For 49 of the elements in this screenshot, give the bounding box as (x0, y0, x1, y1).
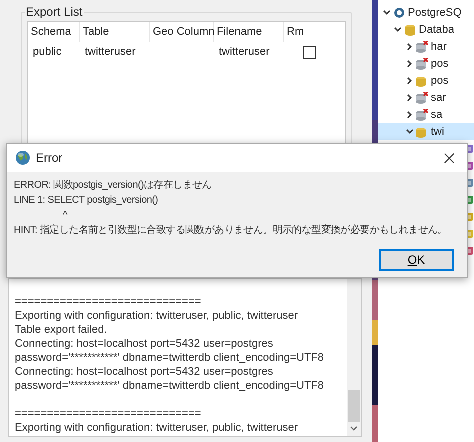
database-icon (404, 24, 417, 36)
selected-row[interactable]: twi (378, 123, 474, 140)
chevron-icon[interactable] (406, 76, 414, 84)
ok-button[interactable]: OK (379, 249, 454, 271)
chevron-icon[interactable] (406, 94, 414, 102)
tree-item[interactable]: Databa (419, 24, 454, 36)
column-header[interactable]: Table (80, 22, 150, 42)
log-area[interactable] (8, 278, 362, 437)
dialog-title: Error (36, 151, 64, 165)
tree-item[interactable]: pos (431, 74, 449, 86)
checkbox[interactable] (303, 46, 316, 58)
chevron-icon[interactable] (383, 8, 391, 16)
log-line: Exporting with configuration: twitteruser, public, twitteruser (15, 421, 298, 435)
chevron-icon[interactable] (406, 110, 414, 118)
table-cell-text: public (32, 46, 63, 58)
log-line: Connecting: host=localhost port=5432 user=postgres (15, 365, 274, 379)
chevron-icon[interactable] (406, 42, 414, 50)
error-message: ^ (62, 209, 68, 223)
tree-item[interactable]: sar (431, 92, 446, 104)
table-cell-text: twitteruser (84, 46, 137, 58)
error-message: HINT: 指定した名前と引数型に合致する関数がありません。明示的な型変換が必要かもしれません。 (14, 224, 448, 238)
chevron-icon[interactable] (406, 128, 414, 136)
log-line: password='***********' dbname=twitterdb client_encoding=UTF8 (15, 351, 324, 365)
tree-item[interactable]: twi (431, 126, 444, 138)
group-title: Export List (25, 5, 84, 19)
log-line: Exporting with configuration: twitteruser, public, twitteruser (15, 309, 298, 323)
tree-item[interactable]: PostgreSQ (408, 6, 462, 18)
close-icon[interactable] (444, 152, 455, 164)
tree-item[interactable]: sa (431, 108, 443, 120)
log-line: Connecting: host=localhost port=5432 user=postgres (15, 337, 274, 351)
log-line: ============================= (15, 407, 202, 421)
chevron-icon[interactable] (406, 60, 414, 68)
column-header[interactable]: Filename (214, 22, 284, 42)
log-line: ============================= (15, 295, 202, 309)
chevron-icon[interactable] (394, 26, 402, 34)
scrollbar[interactable] (347, 279, 361, 436)
error-message: ERROR: 関数postgis_version()は存在しません (14, 179, 212, 193)
tree-item[interactable]: pos (431, 58, 449, 70)
column-header[interactable]: Schema (28, 22, 80, 42)
error-message: LINE 1: SELECT postgis_version() (14, 194, 158, 208)
globe-icon (15, 150, 31, 166)
column-header[interactable]: Rm (284, 22, 330, 42)
scrollbar-thumb[interactable] (348, 390, 360, 422)
log-line: Table export failed. (15, 323, 108, 337)
log-line: password='***********' dbname=twitterdb client_encoding=UTF8 (15, 379, 324, 393)
tree-item[interactable]: har (431, 40, 447, 52)
table-cell-text: twitteruser (218, 46, 271, 58)
column-header[interactable]: Geo Column (150, 22, 214, 42)
scroll-down-icon[interactable] (350, 426, 358, 432)
